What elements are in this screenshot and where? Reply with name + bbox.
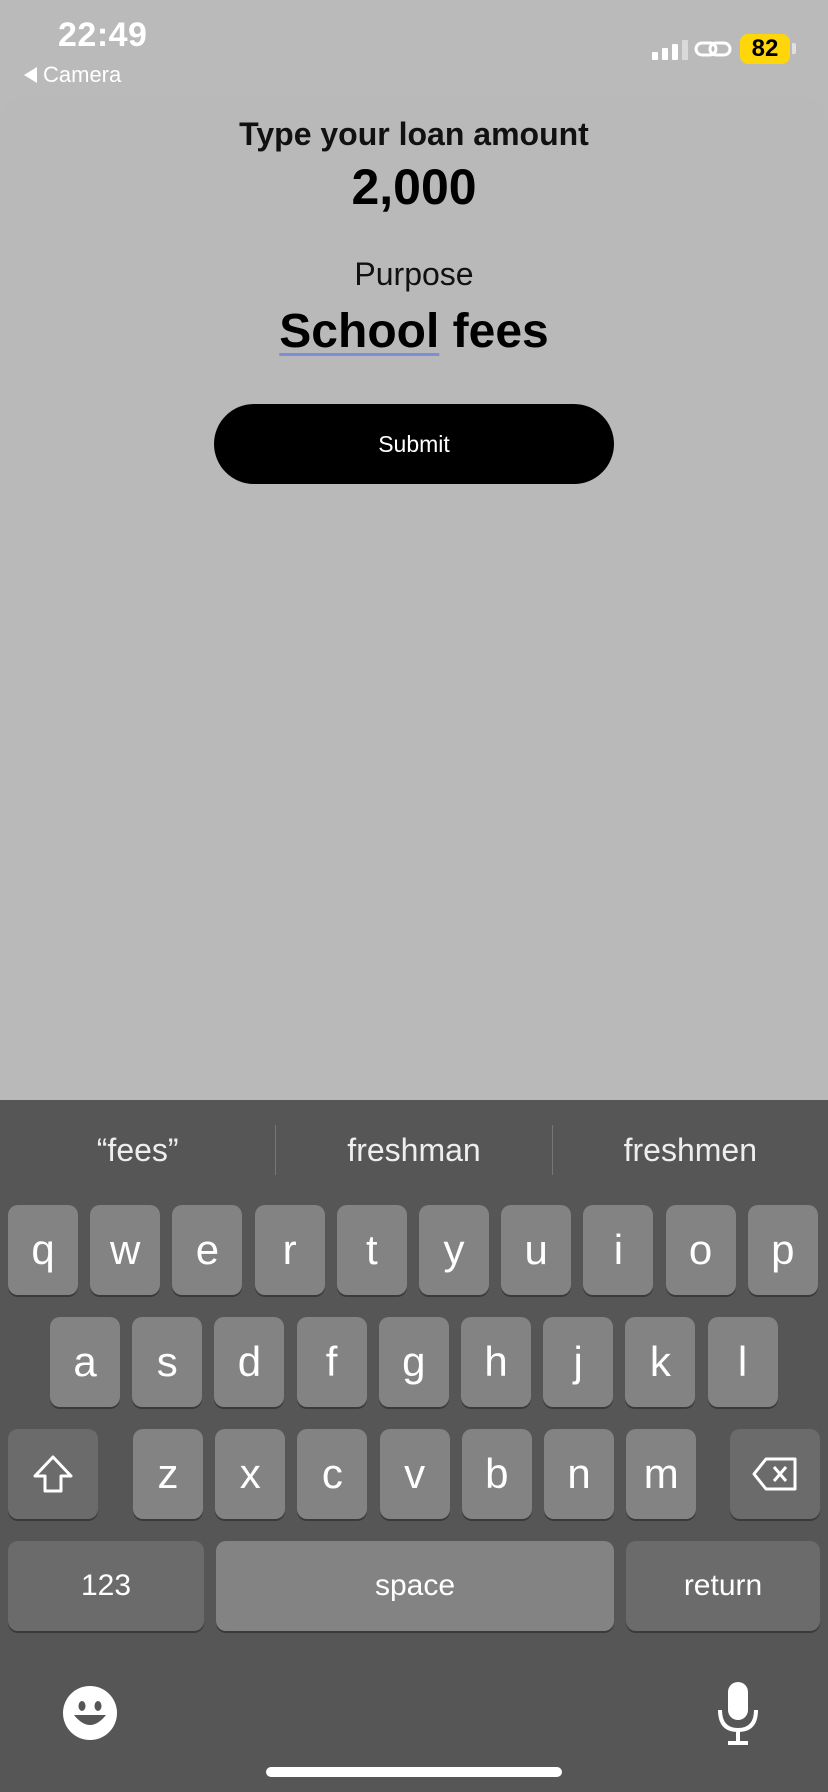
key-j[interactable]: j: [543, 1317, 614, 1407]
battery-indicator: 82: [740, 34, 790, 64]
backspace-icon: [752, 1457, 797, 1491]
key-e[interactable]: e: [172, 1205, 243, 1295]
personal-hotspot-icon: [694, 41, 732, 57]
emoji-icon[interactable]: [62, 1685, 118, 1741]
battery-tip: [792, 43, 796, 54]
shift-icon: [33, 1455, 73, 1493]
key-t[interactable]: t: [336, 1205, 407, 1295]
back-to-camera-link[interactable]: Camera: [24, 62, 121, 88]
key-z[interactable]: z: [133, 1429, 203, 1519]
purpose-word-fees: fees: [439, 305, 549, 358]
shift-key[interactable]: [8, 1429, 98, 1519]
key-c[interactable]: c: [297, 1429, 368, 1519]
purpose-label: Purpose: [354, 256, 474, 292]
key-m[interactable]: m: [626, 1429, 697, 1519]
key-i[interactable]: i: [583, 1205, 654, 1295]
key-d[interactable]: d: [214, 1317, 285, 1407]
key-w[interactable]: w: [90, 1205, 161, 1295]
loan-amount-label: Type your loan amount: [239, 116, 589, 152]
back-label: Camera: [43, 62, 122, 87]
space-key[interactable]: space: [216, 1541, 614, 1631]
backspace-key[interactable]: [730, 1429, 820, 1519]
loan-amount-input[interactable]: 2,000: [0, 158, 828, 216]
suggestion-3[interactable]: freshmen: [553, 1100, 828, 1200]
key-b[interactable]: b: [461, 1429, 532, 1519]
key-s[interactable]: s: [132, 1317, 203, 1407]
key-a[interactable]: a: [50, 1317, 120, 1407]
cellular-signal-icon: [652, 40, 688, 60]
back-arrow-icon: [24, 67, 37, 83]
return-key[interactable]: return: [626, 1541, 820, 1631]
key-v[interactable]: v: [379, 1429, 450, 1519]
key-q[interactable]: q: [8, 1205, 78, 1295]
purpose-input[interactable]: School fees: [0, 304, 828, 359]
key-n[interactable]: n: [544, 1429, 614, 1519]
key-h[interactable]: h: [461, 1317, 531, 1407]
suggestion-1[interactable]: “fees”: [0, 1100, 275, 1200]
key-p[interactable]: p: [747, 1205, 818, 1295]
submit-button[interactable]: Submit: [214, 404, 614, 484]
suggestion-bar: “fees” freshman freshmen: [0, 1100, 828, 1200]
key-r[interactable]: r: [254, 1205, 325, 1295]
key-l[interactable]: l: [707, 1317, 778, 1407]
key-k[interactable]: k: [625, 1317, 696, 1407]
suggestion-2[interactable]: freshman: [276, 1100, 551, 1200]
loan-form-sheet: [0, 96, 828, 1100]
purpose-word-school: School: [279, 305, 440, 358]
key-f[interactable]: f: [296, 1317, 367, 1407]
numbers-key[interactable]: 123: [8, 1541, 204, 1631]
key-g[interactable]: g: [378, 1317, 449, 1407]
key-x[interactable]: x: [215, 1429, 286, 1519]
key-o[interactable]: o: [665, 1205, 736, 1295]
home-indicator: [266, 1767, 562, 1777]
key-y[interactable]: y: [419, 1205, 489, 1295]
status-bar: 22:49 Camera 82: [0, 0, 828, 96]
microphone-icon[interactable]: [716, 1680, 760, 1746]
key-u[interactable]: u: [501, 1205, 572, 1295]
status-time: 22:49: [58, 16, 148, 54]
